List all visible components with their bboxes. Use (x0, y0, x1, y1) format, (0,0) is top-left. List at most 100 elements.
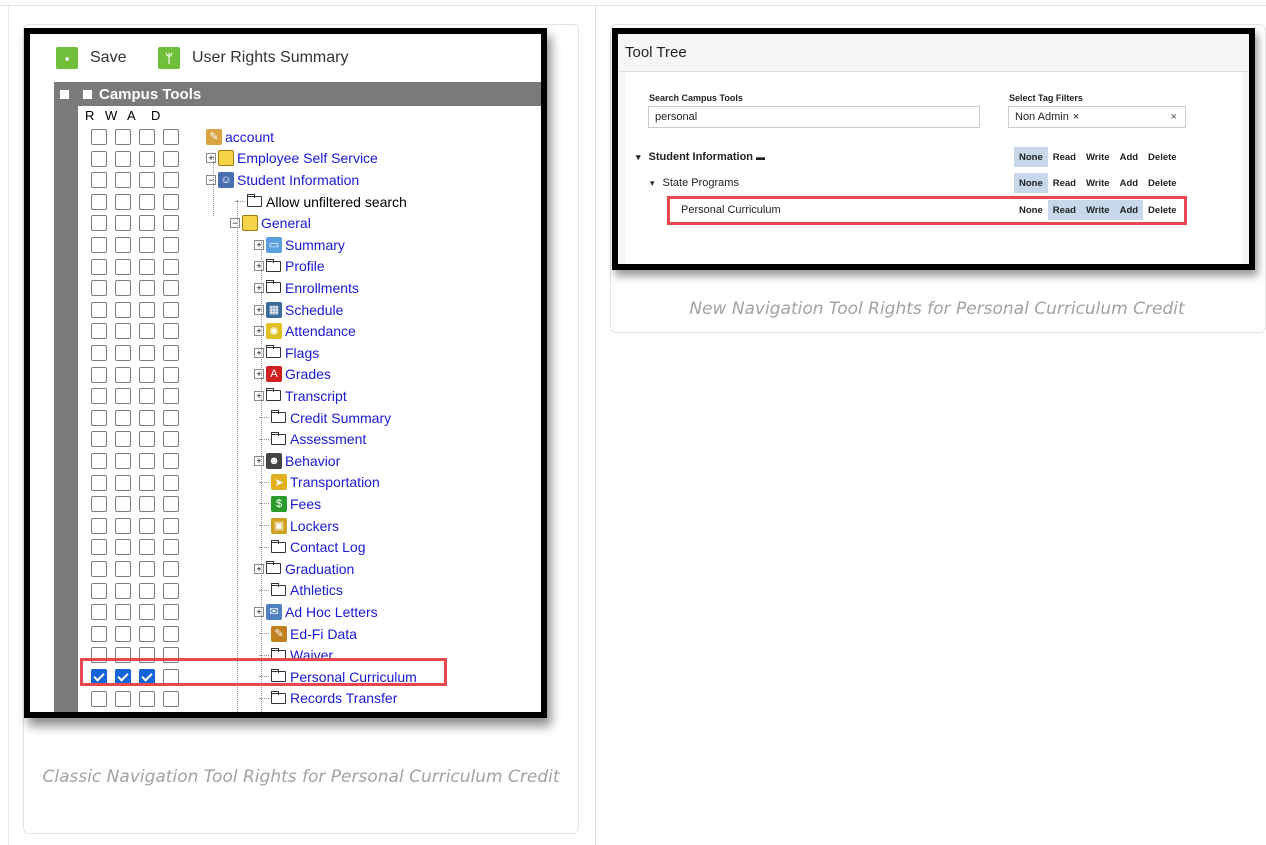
right-checkbox-a[interactable] (139, 604, 155, 621)
right-checkbox-d[interactable] (163, 150, 179, 167)
right-checkbox-a[interactable] (139, 215, 155, 232)
right-checkbox-a[interactable] (139, 193, 155, 210)
right-checkbox-d[interactable] (163, 712, 179, 718)
tree-node[interactable]: + Enrollments (254, 277, 359, 299)
right-checkbox-d[interactable] (163, 172, 179, 189)
right-checkbox-w[interactable] (115, 129, 131, 145)
right-checkbox-w[interactable] (115, 561, 131, 577)
tree-node[interactable]: + ✺ Attendance (254, 320, 356, 342)
right-checkbox-r[interactable] (91, 345, 107, 361)
tool-tree-node[interactable]: ▾ Student Information ▬ (636, 147, 765, 167)
tag-remove-icon[interactable]: × (1073, 111, 1079, 123)
right-checkbox-r[interactable] (91, 193, 107, 210)
right-checkbox-w[interactable] (115, 172, 131, 189)
right-checkbox-w[interactable] (115, 496, 131, 513)
right-checkbox-r[interactable] (91, 582, 107, 599)
right-checkbox-w[interactable] (115, 474, 131, 491)
right-checkbox-d[interactable] (163, 409, 179, 426)
right-checkbox-a[interactable] (139, 409, 155, 426)
expand-toggle-icon[interactable]: + (254, 455, 264, 466)
right-checkbox-d[interactable] (163, 301, 179, 318)
tree-node[interactable]: − ☺ Student Information (206, 169, 359, 191)
right-checkbox-r[interactable] (91, 215, 107, 232)
search-input[interactable]: personal (648, 106, 980, 128)
save-button[interactable]: ▪ Save (56, 47, 126, 69)
right-checkbox-a[interactable] (139, 366, 155, 383)
right-checkbox-a[interactable] (139, 474, 155, 491)
tree-node[interactable]: + Flags (254, 342, 319, 364)
collapse-icon[interactable] (83, 89, 92, 99)
clear-tags-icon[interactable]: × (1171, 111, 1177, 123)
right-checkbox-w[interactable] (115, 388, 131, 405)
tree-node[interactable]: + ✉ Ad Hoc Letters (254, 601, 378, 623)
tree-node[interactable]: + ▭ Summary (254, 234, 345, 256)
expand-toggle-icon[interactable]: + (254, 347, 264, 358)
tree-node[interactable]: + Employee Self Service (206, 148, 378, 170)
right-checkbox-d[interactable] (163, 366, 179, 383)
right-checkbox-d[interactable] (163, 280, 179, 297)
tree-node[interactable]: ✎ Ed-Fi Data (254, 623, 357, 645)
right-checkbox-w[interactable] (115, 690, 131, 707)
right-checkbox-r[interactable] (91, 129, 107, 145)
tree-node[interactable]: Assessment (254, 428, 366, 450)
right-checkbox-w[interactable] (115, 539, 131, 556)
caret-down-icon[interactable]: ▾ (650, 178, 655, 189)
right-checkbox-a[interactable] (139, 690, 155, 707)
right-checkbox-d[interactable] (163, 129, 179, 145)
right-checkbox-w[interactable] (115, 301, 131, 318)
right-checkbox-d[interactable] (163, 258, 179, 275)
tree-node[interactable]: $ Fees (254, 493, 321, 515)
right-checkbox-r[interactable] (91, 690, 107, 707)
tree-node[interactable]: Records Transfer (254, 688, 397, 710)
tree-node[interactable]: + ▦ Schedule (254, 299, 343, 321)
right-checkbox-w[interactable] (115, 280, 131, 297)
right-checkbox-w[interactable] (115, 345, 131, 361)
right-checkbox-w[interactable] (115, 582, 131, 599)
right-delete-button[interactable]: Delete (1143, 173, 1182, 193)
caret-down-icon[interactable]: ▾ (636, 152, 641, 163)
tree-node[interactable]: ➤ Transportation (254, 472, 380, 494)
right-checkbox-w[interactable] (115, 712, 131, 718)
right-checkbox-w[interactable] (115, 193, 131, 210)
tree-node[interactable]: − General (230, 212, 311, 234)
right-checkbox-a[interactable] (139, 237, 155, 253)
expand-toggle-icon[interactable]: + (254, 282, 264, 293)
right-checkbox-w[interactable] (115, 625, 131, 642)
right-checkbox-d[interactable] (163, 345, 179, 361)
right-checkbox-d[interactable] (163, 431, 179, 448)
right-checkbox-a[interactable] (139, 517, 155, 534)
expand-icon[interactable] (60, 89, 69, 99)
right-checkbox-a[interactable] (139, 129, 155, 145)
tree-node[interactable]: Contact Log (254, 536, 366, 558)
right-write-button[interactable]: Write (1080, 147, 1115, 167)
expand-toggle-icon[interactable]: + (254, 326, 264, 337)
right-checkbox-a[interactable] (139, 582, 155, 599)
right-checkbox-w[interactable] (115, 517, 131, 534)
right-checkbox-a[interactable] (139, 258, 155, 275)
right-checkbox-w[interactable] (115, 258, 131, 275)
tree-node[interactable]: Allow unfiltered search (230, 191, 407, 213)
right-checkbox-r[interactable] (91, 496, 107, 513)
tree-node[interactable]: + Transcript (254, 385, 347, 407)
right-checkbox-r[interactable] (91, 258, 107, 275)
right-add-button[interactable]: Add (1114, 147, 1144, 167)
right-checkbox-a[interactable] (139, 431, 155, 448)
right-checkbox-r[interactable] (91, 388, 107, 405)
tree-node[interactable]: Athletics (254, 580, 343, 602)
expand-toggle-icon[interactable]: − (206, 174, 216, 185)
tree-node[interactable]: + Profile (254, 256, 325, 278)
right-checkbox-r[interactable] (91, 366, 107, 383)
right-checkbox-d[interactable] (163, 193, 179, 210)
right-checkbox-d[interactable] (163, 323, 179, 340)
tag-filter-select[interactable]: Non Admin × × (1008, 106, 1186, 128)
right-checkbox-r[interactable] (91, 517, 107, 534)
right-checkbox-r[interactable] (91, 474, 107, 491)
right-delete-button[interactable]: Delete (1143, 147, 1182, 167)
right-checkbox-w[interactable] (115, 409, 131, 426)
right-checkbox-a[interactable] (139, 301, 155, 318)
right-checkbox-r[interactable] (91, 150, 107, 167)
expand-toggle-icon[interactable]: + (206, 153, 216, 164)
expand-toggle-icon[interactable]: − (230, 218, 240, 229)
right-checkbox-r[interactable] (91, 237, 107, 253)
right-checkbox-d[interactable] (163, 690, 179, 707)
